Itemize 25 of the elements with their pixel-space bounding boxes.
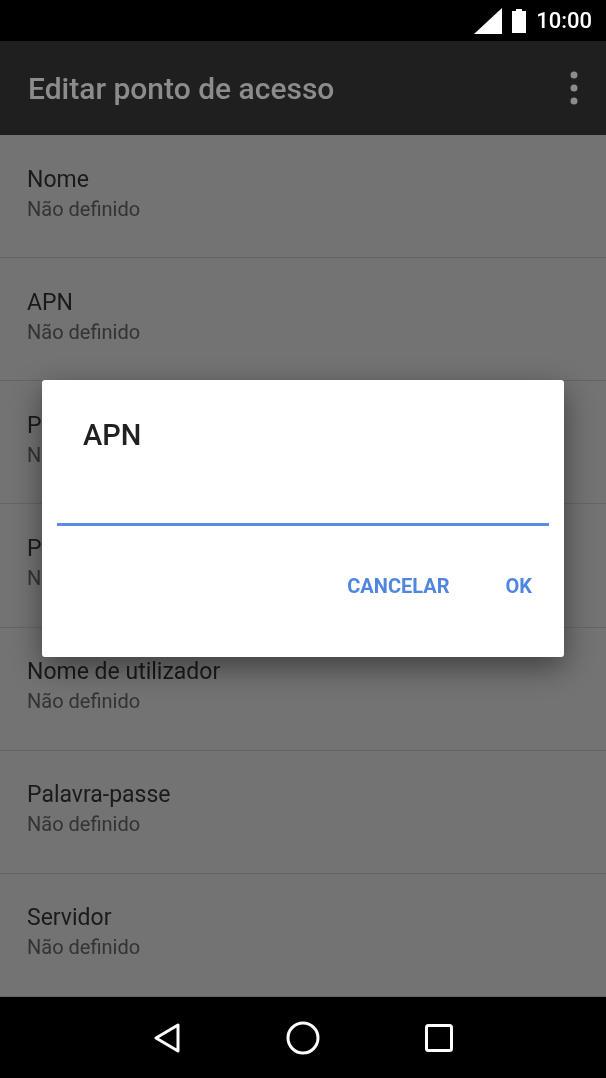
more-options-icon[interactable] <box>570 71 578 105</box>
recents-icon[interactable] <box>425 1023 454 1052</box>
setting-value: Não definido <box>27 689 141 714</box>
home-icon[interactable] <box>286 1020 320 1055</box>
status-time: 10:00 <box>536 8 592 33</box>
setting-value: Não definido <box>27 196 141 221</box>
setting-title[interactable]: Nome de utilizador <box>27 658 221 686</box>
ok-button[interactable]: OK <box>489 566 548 606</box>
setting-value: Não definido <box>27 812 141 837</box>
setting-title[interactable]: Palavra-passe <box>27 781 171 809</box>
setting-title[interactable]: Nome <box>27 165 89 193</box>
cancel-button[interactable]: CANCELAR <box>331 566 466 606</box>
setting-value: Não definido <box>27 935 141 960</box>
setting-title[interactable]: Servidor <box>27 904 112 932</box>
screen-title: Editar ponto de acesso <box>28 70 335 106</box>
dialog-title: APN <box>83 418 142 452</box>
back-icon[interactable] <box>152 1022 181 1053</box>
setting-value: N <box>27 566 42 590</box>
setting-title[interactable]: APN <box>27 288 73 316</box>
signal-icon <box>474 7 503 34</box>
battery-icon <box>512 8 527 33</box>
setting-value: Não definido <box>27 319 141 344</box>
setting-title[interactable]: P <box>27 411 42 439</box>
setting-value: N <box>27 442 42 467</box>
setting-title[interactable]: P <box>27 535 42 562</box>
